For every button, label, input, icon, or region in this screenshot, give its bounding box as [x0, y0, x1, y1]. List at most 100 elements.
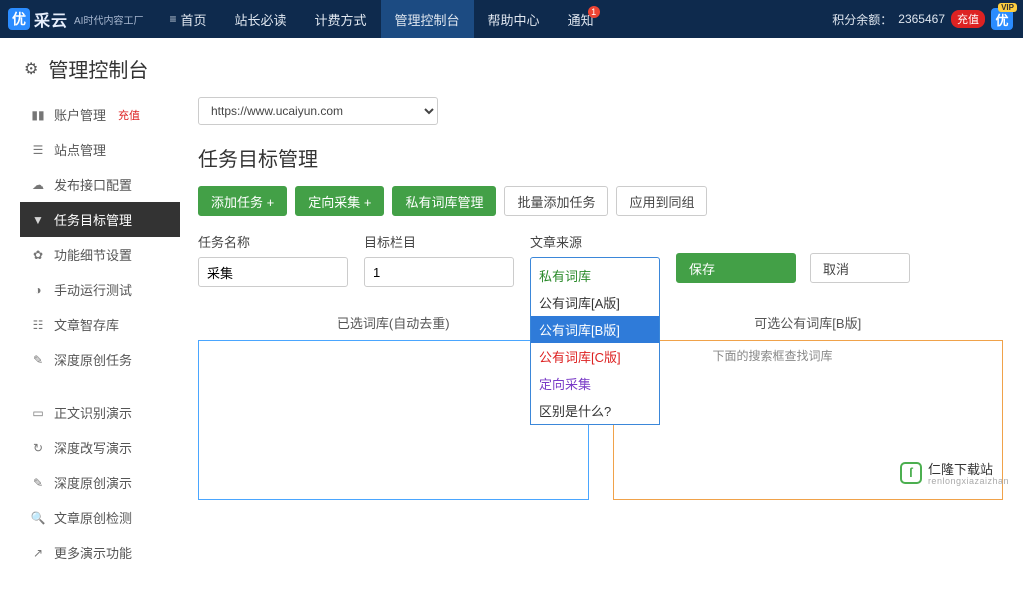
cancel-button[interactable]: 取消	[810, 253, 910, 283]
sidebar-label: 深度改写演示	[54, 438, 132, 457]
toolbar: 添加任务 + 定向采集 + 私有词库管理 批量添加任务 应用到同组	[198, 186, 1003, 216]
private-lib-button[interactable]: 私有词库管理	[392, 186, 496, 216]
targeted-collect-button[interactable]: 定向采集 +	[295, 186, 384, 216]
nav-home[interactable]: ≡ 首页	[155, 0, 220, 38]
sidebar-item-sites[interactable]: ☰ 站点管理	[20, 132, 180, 167]
sidebar-label: 账户管理	[54, 105, 106, 124]
save-button[interactable]: 保存	[676, 253, 796, 283]
sidebar-item-demo-text[interactable]: ▭ 正文识别演示	[20, 395, 180, 430]
main: https://www.ucaiyun.com 任务目标管理 添加任务 + 定向…	[198, 97, 1003, 570]
nav-help[interactable]: 帮助中心	[474, 0, 554, 38]
name-label: 任务名称	[198, 232, 348, 251]
sidebar-label: 更多演示功能	[54, 543, 132, 562]
logo-text: 采云	[34, 7, 68, 31]
sidebar-label: 文章原创检测	[54, 508, 132, 527]
monitor-icon: ▭	[30, 406, 46, 420]
dropdown-item-public-a[interactable]: 公有词库[A版]	[531, 289, 659, 316]
sidebar-item-deep[interactable]: ✎ 深度原创任务	[20, 342, 180, 377]
points-value: 2365467	[898, 12, 945, 26]
panel-right-title: 可选公有词库[B版]	[613, 313, 1004, 332]
sidebar-label: 功能细节设置	[54, 245, 132, 264]
form-col-source: 文章来源 公有词库[B版] ▾ 私有词库 公有词库[A版] 公有词库[B版] 公…	[530, 232, 660, 287]
sidebar-label: 深度原创演示	[54, 473, 132, 492]
cloud-icon: ☁	[30, 178, 46, 192]
sidebar-item-demo-more[interactable]: ↗ 更多演示功能	[20, 535, 180, 570]
form-col-target: 目标栏目	[364, 232, 514, 287]
form-col-name: 任务名称	[198, 232, 348, 287]
sidebar-item-demo-original[interactable]: ✎ 深度原创演示	[20, 465, 180, 500]
watermark: ſ 仁隆下载站 renlongxiazaizhan	[900, 459, 1009, 486]
add-task-button[interactable]: 添加任务 +	[198, 186, 287, 216]
menu-icon: ≡	[169, 12, 176, 26]
sidebar-item-account[interactable]: ▮▮ 账户管理充值	[20, 97, 180, 132]
nav-label: 帮助中心	[488, 10, 540, 29]
target-label: 目标栏目	[364, 232, 514, 251]
edit-icon: ✎	[30, 353, 46, 367]
form-row: 任务名称 目标栏目 文章来源 公有词库[B版] ▾ 私有词库 公有词库[A版]	[198, 232, 1003, 287]
target-input[interactable]	[364, 257, 514, 287]
name-input[interactable]	[198, 257, 348, 287]
charge-button[interactable]: 充值	[951, 10, 985, 28]
sidebar-label: 手动运行测试	[54, 280, 132, 299]
dropdown-item-diff[interactable]: 区别是什么?	[531, 397, 659, 424]
bars-icon: ▮▮	[30, 108, 46, 122]
sidebar-label: 站点管理	[54, 140, 106, 159]
sidebar-item-settings[interactable]: ✿功能细节设置	[20, 237, 180, 272]
gear-icon: ⚙	[24, 59, 38, 79]
nav-mustread[interactable]: 站长必读	[221, 0, 301, 38]
vip-badge[interactable]: 优VIP	[991, 8, 1013, 30]
nav-label: 站长必读	[235, 10, 287, 29]
filter-icon: ▼	[30, 213, 46, 227]
sidebar-charge[interactable]: 充值	[118, 107, 140, 123]
share-icon: ↗	[30, 546, 46, 560]
sidebar-label: 深度原创任务	[54, 350, 132, 369]
topnav: ≡ 首页 站长必读 计费方式 管理控制台 帮助中心 通知1	[155, 0, 607, 38]
sidebar-item-storage[interactable]: ☷文章智存库	[20, 307, 180, 342]
sidebar-label: 任务目标管理	[54, 210, 132, 229]
batch-add-button[interactable]: 批量添加任务	[504, 186, 608, 216]
vip-label: VIP	[998, 3, 1017, 12]
dropdown-item-public-c[interactable]: 公有词库[C版]	[531, 343, 659, 370]
sidebar-label: 发布接口配置	[54, 175, 132, 194]
notice-badge: 1	[588, 6, 600, 18]
refresh-icon: ↻	[30, 441, 46, 455]
section-title: 任务目标管理	[198, 143, 1003, 172]
sidebar-label: 正文识别演示	[54, 403, 132, 422]
sidebar-item-publish[interactable]: ☁ 发布接口配置	[20, 167, 180, 202]
sidebar-item-manual[interactable]: ◑ 手动运行测试	[20, 272, 180, 307]
dropdown-item-public-b[interactable]: 公有词库[B版]	[531, 316, 659, 343]
url-select[interactable]: https://www.ucaiyun.com	[198, 97, 438, 125]
nav-label: 首页	[180, 10, 206, 29]
layout: ▮▮ 账户管理充值 ☰ 站点管理 ☁ 发布接口配置 ▼ 任务目标管理 ✿功能细节设置 ◑…	[0, 97, 1023, 590]
nav-console[interactable]: 管理控制台	[381, 0, 474, 38]
sidebar-item-demo-check[interactable]: 🔍 文章原创检测	[20, 500, 180, 535]
play-icon: ◑	[30, 283, 46, 297]
list-icon: ☰	[30, 143, 46, 157]
apply-group-button[interactable]: 应用到同组	[616, 186, 707, 216]
topbar-right: 积分余额： 2365467 充值 优VIP	[832, 8, 1013, 30]
sidebar-item-tasks[interactable]: ▼ 任务目标管理	[20, 202, 180, 237]
page-title-bar: ⚙ 管理控制台	[0, 38, 1023, 97]
sidebar-item-demo-rewrite[interactable]: ↻ 深度改写演示	[20, 430, 180, 465]
source-label: 文章来源	[530, 232, 660, 251]
logo[interactable]: 优 采云 AI时代内容工厂	[8, 7, 143, 31]
logo-sub: AI时代内容工厂	[74, 12, 143, 27]
panel-hint: 下面的搜索框查找词库	[713, 347, 833, 364]
form-col-actions: 保存 取消	[676, 232, 910, 283]
search-icon: 🔍	[30, 511, 46, 525]
dropdown-item-targeted[interactable]: 定向采集	[531, 370, 659, 397]
watermark-sub: renlongxiazaizhan	[928, 476, 1009, 486]
nav-billing[interactable]: 计费方式	[301, 0, 381, 38]
nav-label: 管理控制台	[395, 10, 460, 29]
sidebar-label: 文章智存库	[54, 315, 119, 334]
edit-icon: ✎	[30, 476, 46, 490]
nav-label: 计费方式	[315, 10, 367, 29]
dropdown-item-private[interactable]: 私有词库	[531, 262, 659, 289]
watermark-icon: ſ	[900, 462, 922, 484]
page-title: 管理控制台	[48, 54, 148, 83]
sidebar: ▮▮ 账户管理充值 ☰ 站点管理 ☁ 发布接口配置 ▼ 任务目标管理 ✿功能细节设置 ◑…	[20, 97, 180, 570]
page: ⚙ 管理控制台 ▮▮ 账户管理充值 ☰ 站点管理 ☁ 发布接口配置 ▼ 任务目标管理 ✿…	[0, 38, 1023, 590]
spacer	[676, 232, 910, 247]
topbar: 优 采云 AI时代内容工厂 ≡ 首页 站长必读 计费方式 管理控制台 帮助中心 通…	[0, 0, 1023, 38]
nav-notice[interactable]: 通知1	[554, 0, 608, 38]
